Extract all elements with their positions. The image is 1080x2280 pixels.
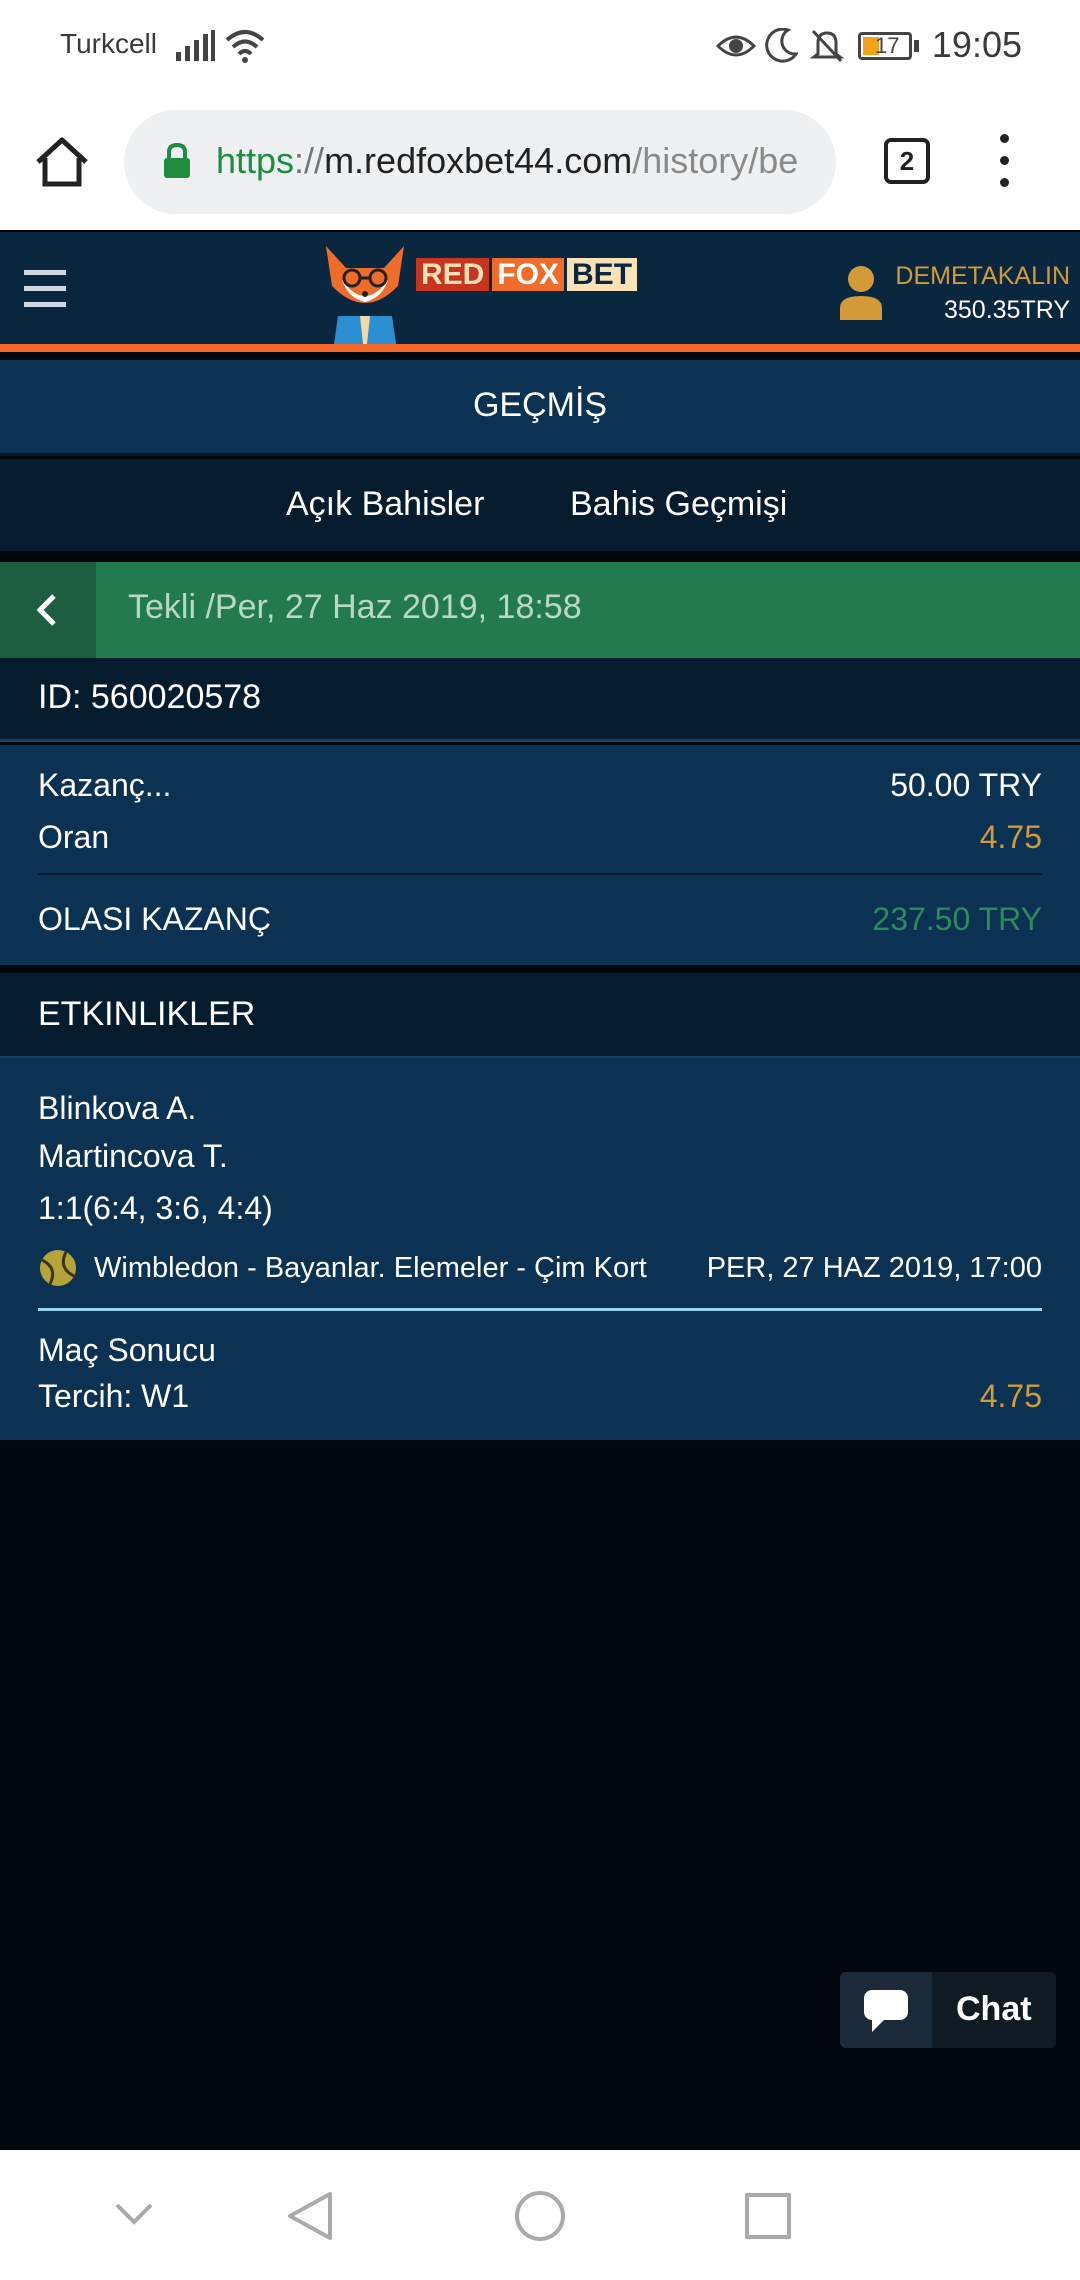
hamburger-menu-icon[interactable] bbox=[24, 270, 66, 308]
event-datetime: PER, 27 HAZ 2019, 17:00 bbox=[706, 1252, 1042, 1284]
bet-header-bar: Tekli /Per, 27 Haz 2019, 18:58 bbox=[0, 562, 1080, 658]
selection: Tercih: W1 bbox=[38, 1378, 190, 1414]
events-heading-text: ETKINLIKLER bbox=[38, 995, 256, 1033]
wifi-icon bbox=[225, 30, 265, 63]
event-card: Blinkova A. Martincova T. 1:1(6:4, 3:6, … bbox=[0, 1056, 1080, 1440]
lock-icon bbox=[164, 142, 190, 178]
browser-toolbar: https://m.redfoxbet44.com/history/be 2 bbox=[0, 92, 1080, 232]
potential-win-label: OLASI KAZANÇ bbox=[38, 901, 271, 937]
home-nav-icon[interactable] bbox=[514, 2190, 566, 2242]
carrier-name: Turkcell bbox=[60, 28, 157, 59]
chat-label: Chat bbox=[956, 1990, 1032, 2028]
status-bar: Turkcell 17 19:05 bbox=[0, 0, 1080, 92]
summary-divider bbox=[38, 873, 1042, 875]
chat-button[interactable]: Chat bbox=[840, 1972, 1056, 2048]
potential-win-value: 237.50 TRY bbox=[872, 901, 1042, 937]
speech-bubble-icon bbox=[864, 1990, 908, 2032]
site-header: RED FOX BET DEMETAKALIN 350.35TRY bbox=[0, 232, 1080, 352]
tabs-count-button[interactable]: 2 bbox=[884, 138, 930, 184]
fox-mascot-icon bbox=[326, 246, 404, 344]
page-title: GEÇMİŞ bbox=[0, 360, 1080, 456]
moon-icon bbox=[765, 28, 798, 63]
chevron-down-icon[interactable] bbox=[114, 2202, 154, 2226]
team-away: Martincova T. bbox=[38, 1138, 228, 1174]
event-odds: 4.75 bbox=[979, 1378, 1042, 1414]
bet-summary: Kazanç... 50.00 TRY Oran 4.75 OLASI KAZA… bbox=[0, 745, 1080, 965]
market-name: Maç Sonucu bbox=[38, 1332, 216, 1368]
events-heading: ETKINLIKLER bbox=[0, 970, 1080, 1056]
overflow-menu-icon[interactable] bbox=[998, 132, 1010, 192]
bet-id: ID: 560020578 bbox=[38, 678, 262, 716]
account-balance: 350.35TRY bbox=[943, 296, 1070, 324]
match-score: 1:1(6:4, 3:6, 4:4) bbox=[38, 1190, 273, 1226]
account-username[interactable]: DEMETAKALIN bbox=[895, 262, 1070, 291]
tennis-ball-icon bbox=[40, 1250, 76, 1286]
eye-icon bbox=[716, 35, 756, 57]
signal-icon bbox=[176, 30, 215, 61]
battery-level: 17 bbox=[875, 33, 900, 58]
chevron-left-icon bbox=[36, 594, 56, 626]
home-icon[interactable] bbox=[34, 136, 90, 188]
bet-id-row: ID: 560020578 bbox=[0, 658, 1080, 742]
tab-open-bets[interactable]: Açık Bahisler bbox=[286, 485, 484, 524]
notifications-off-icon bbox=[810, 29, 844, 63]
clock: 19:05 bbox=[931, 24, 1022, 65]
odds-label: Oran bbox=[38, 819, 110, 855]
chat-icon-box bbox=[840, 1972, 932, 2048]
system-nav-bar bbox=[0, 2150, 1080, 2280]
battery-icon: 17 bbox=[858, 32, 912, 60]
address-bar[interactable]: https://m.redfoxbet44.com/history/be bbox=[124, 110, 836, 214]
event-divider bbox=[38, 1308, 1042, 1311]
bet-type-date: Tekli /Per, 27 Haz 2019, 18:58 bbox=[128, 588, 582, 626]
competition-name: Wimbledon - Bayanlar. Elemeler - Çim Kor… bbox=[94, 1252, 647, 1284]
back-button[interactable] bbox=[0, 562, 96, 658]
team-home: Blinkova A. bbox=[38, 1090, 197, 1126]
user-avatar-icon[interactable] bbox=[838, 264, 884, 320]
logo-wordmark: RED FOX BET bbox=[416, 254, 638, 296]
history-tabs: Açık Bahisler Bahis Geçmişi bbox=[0, 459, 1080, 551]
tab-bet-history[interactable]: Bahis Geçmişi bbox=[570, 485, 787, 524]
odds-value: 4.75 bbox=[979, 819, 1042, 855]
url-text: https://m.redfoxbet44.com/history/be bbox=[216, 140, 799, 181]
recents-nav-icon[interactable] bbox=[744, 2192, 792, 2240]
site-logo[interactable]: RED FOX BET bbox=[320, 240, 638, 344]
stake-value: 50.00 TRY bbox=[890, 767, 1042, 803]
back-nav-icon[interactable] bbox=[286, 2190, 334, 2242]
stake-label: Kazanç... bbox=[38, 767, 172, 803]
